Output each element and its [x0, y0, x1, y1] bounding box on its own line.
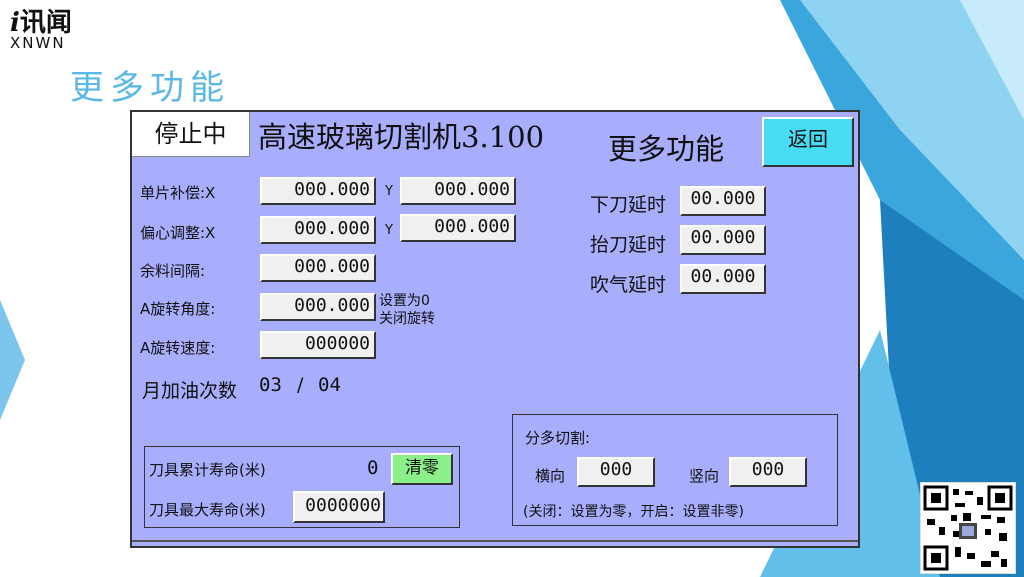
oil-separator: /: [297, 374, 304, 396]
multi-cut-v-field[interactable]: 000: [729, 457, 807, 487]
margin-field[interactable]: 000.000: [260, 254, 376, 282]
tool-life-max-field[interactable]: 0000000: [293, 491, 385, 523]
single-comp-label: 单片补偿:X: [140, 184, 216, 202]
knife-up-field[interactable]: 00.000: [680, 225, 766, 255]
clear-button[interactable]: 清零: [391, 453, 453, 485]
rot-angle-field[interactable]: 000.000: [260, 293, 376, 321]
margin-label: 余料间隔:: [140, 262, 206, 280]
rot-angle-label: A旋转角度:: [140, 300, 216, 318]
blow-field[interactable]: 00.000: [680, 264, 766, 294]
tool-life-total-label: 刀具累计寿命(米): [149, 461, 266, 479]
eccentric-y-field[interactable]: 000.000: [400, 214, 516, 242]
tool-life-max-label: 刀具最大寿命(米): [149, 501, 266, 519]
single-comp-y-label: Y: [385, 184, 393, 199]
rot-angle-note-1: 设置为0: [379, 293, 430, 309]
machine-title: 高速玻璃切割机3.100: [258, 120, 545, 154]
qr-code-icon: [920, 482, 1016, 574]
multi-cut-h-label: 横向: [535, 467, 566, 485]
multi-cut-group: 分多切割: 横向 000 竖向 000 (关闭：设置为零，开启：设置非零): [512, 414, 838, 526]
rot-angle-note-2: 关闭旋转: [379, 311, 435, 327]
single-comp-y-field[interactable]: 000.000: [400, 177, 516, 205]
multi-cut-note: (关闭：设置为零，开启：设置非零): [523, 504, 744, 520]
rot-speed-label: A旋转速度:: [140, 339, 216, 357]
back-button[interactable]: 返回: [762, 117, 854, 167]
tool-life-group: 刀具累计寿命(米) 0 清零 刀具最大寿命(米) 0000000: [144, 446, 460, 528]
knife-down-field[interactable]: 00.000: [680, 186, 766, 216]
oil-total: 04: [318, 374, 341, 396]
eccentric-x-field[interactable]: 000.000: [260, 216, 376, 244]
multi-cut-h-field[interactable]: 000: [577, 457, 655, 487]
eccentric-label: 偏心调整:X: [140, 224, 216, 242]
rot-speed-field[interactable]: 000000: [260, 331, 376, 359]
tool-life-total-value: 0: [367, 457, 379, 479]
page-label: 更多功能: [608, 132, 725, 166]
hmi-divider: [132, 540, 858, 542]
machine-status: 停止中: [132, 112, 250, 157]
oil-label: 月加油次数: [142, 380, 238, 402]
oil-current: 03: [259, 374, 282, 396]
eccentric-y-label: Y: [385, 223, 393, 238]
logo-subtitle: XNWN: [10, 34, 66, 52]
knife-up-label: 抬刀延时: [590, 234, 667, 256]
slide-title: 更多功能: [70, 68, 230, 108]
multi-cut-v-label: 竖向: [689, 467, 720, 485]
blow-label: 吹气延时: [590, 274, 667, 296]
multi-cut-title: 分多切割:: [525, 429, 591, 447]
single-comp-x-field[interactable]: 000.000: [260, 177, 376, 205]
hmi-screen: 停止中 高速玻璃切割机3.100 更多功能 返回 单片补偿:X 000.000 …: [130, 110, 860, 548]
knife-down-label: 下刀延时: [590, 194, 667, 216]
